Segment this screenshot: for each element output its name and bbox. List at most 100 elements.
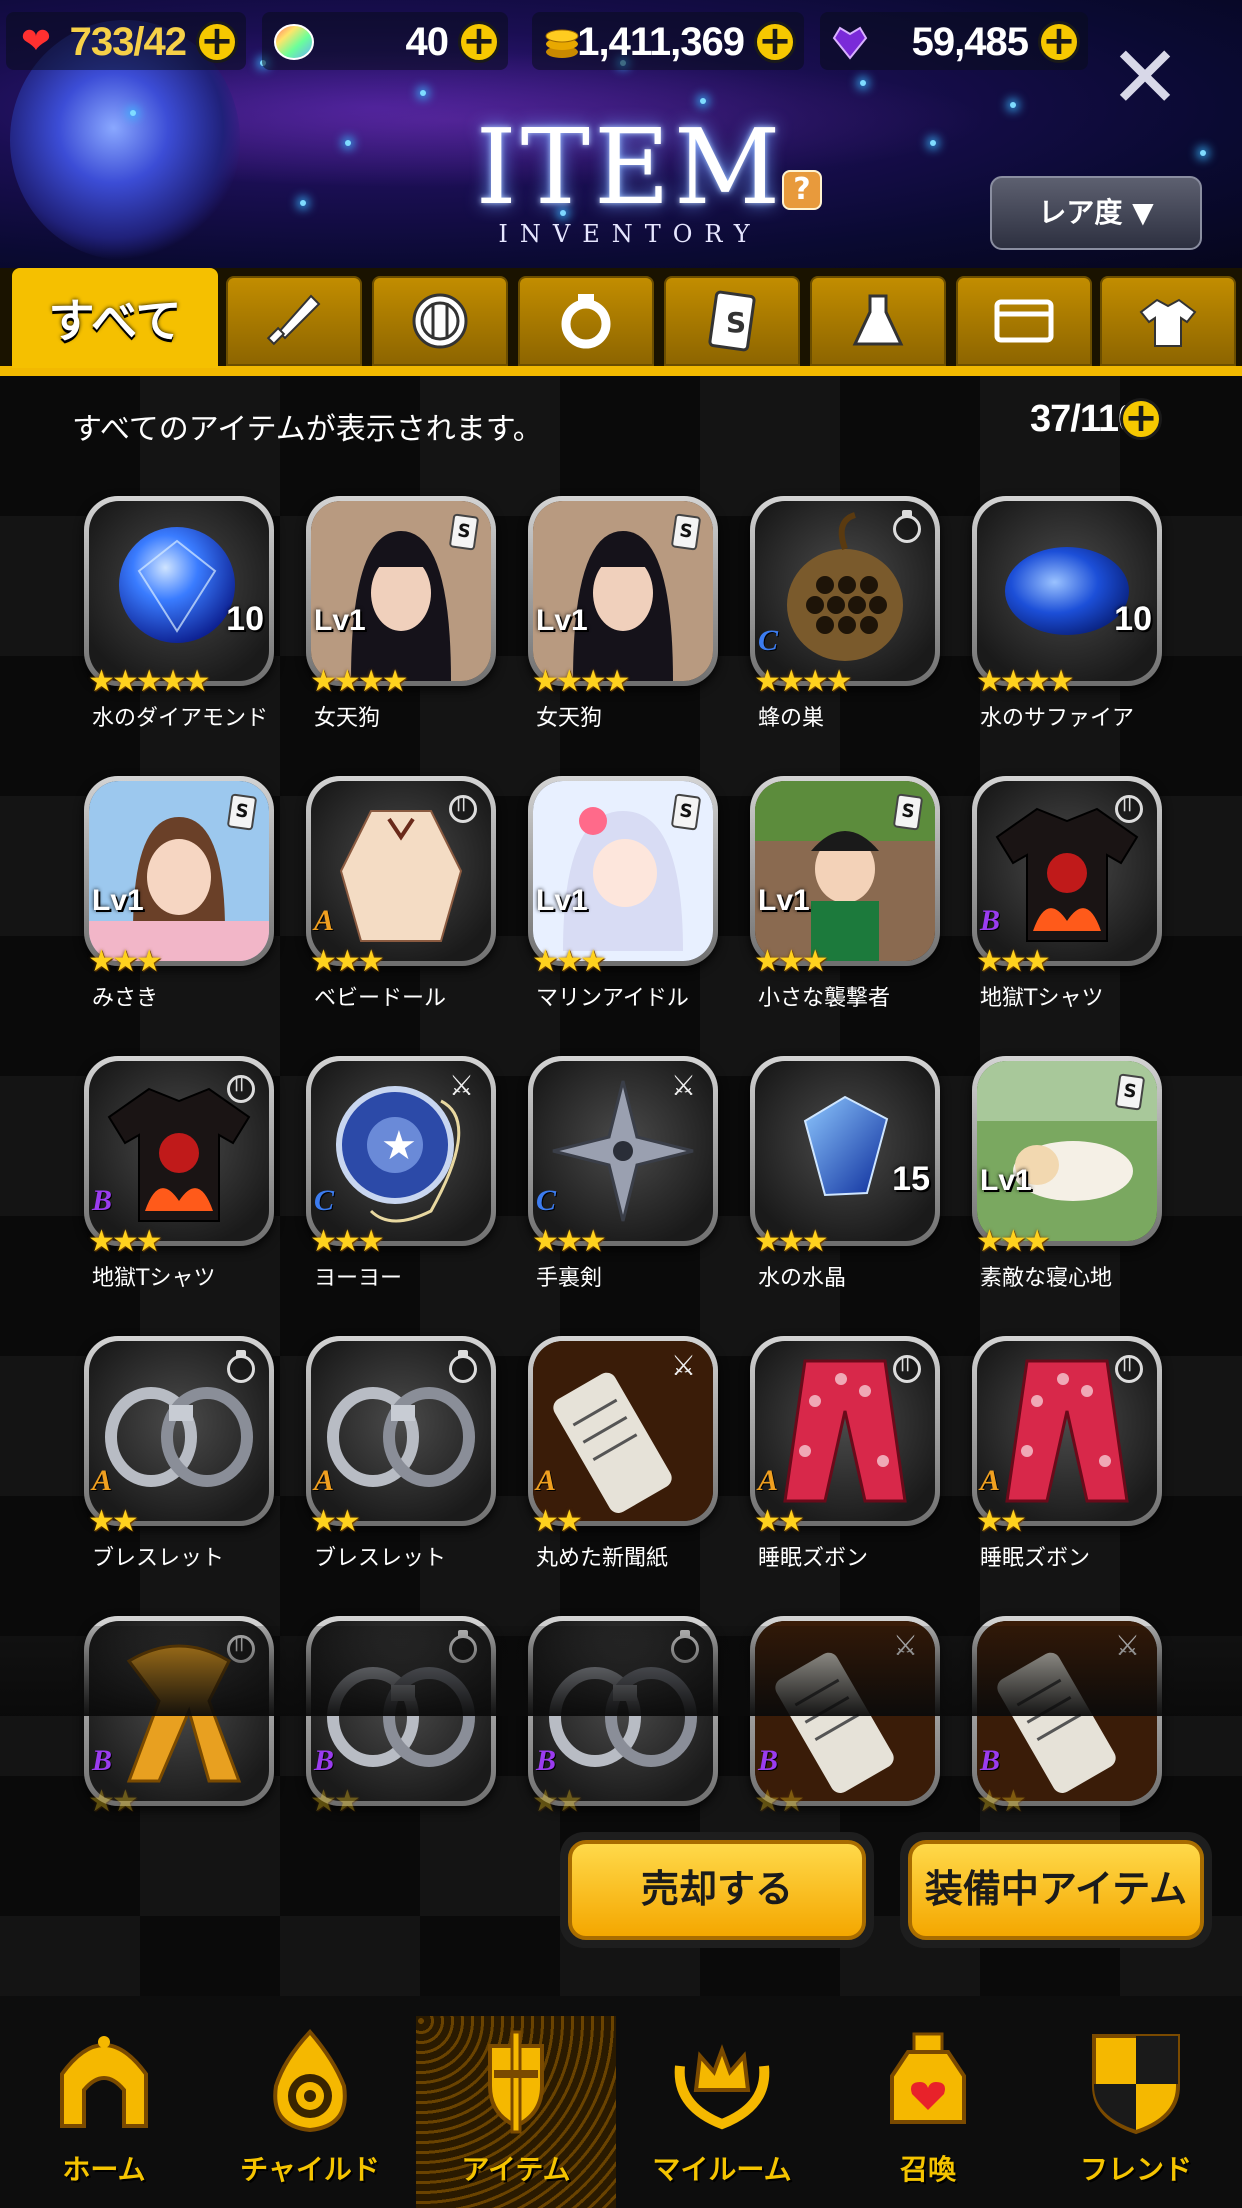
item-rarity-stars: ★★★ bbox=[754, 944, 829, 979]
rainbow-gem-icon bbox=[272, 22, 314, 62]
nav-home[interactable]: ホーム bbox=[4, 2016, 204, 2208]
home-arch-icon bbox=[60, 2036, 148, 2128]
card-type-icon: S bbox=[670, 793, 702, 831]
knife-slot-icon bbox=[671, 1349, 699, 1383]
nav-item[interactable]: アイテム bbox=[416, 2016, 616, 2208]
item-rank: A bbox=[92, 1464, 113, 1497]
add-rainbow-gem-button[interactable]: + bbox=[458, 21, 500, 63]
nav-myroom[interactable]: マイルーム bbox=[622, 2016, 822, 2208]
tab-shield[interactable] bbox=[372, 276, 508, 366]
nav-myroom-label: マイルーム bbox=[652, 2153, 792, 2186]
item-rank: C bbox=[314, 1184, 335, 1217]
inventory-item[interactable]: A ★★ 丸めた新聞紙 bbox=[528, 1336, 718, 1586]
flask-icon bbox=[852, 294, 904, 346]
item-name: 睡眠ズボン bbox=[758, 1546, 869, 1571]
inventory-panel: すべてのアイテムが表示されます。 37/110 + 10 ★★★★★ 水のダイアモン… bbox=[0, 376, 1242, 1996]
card-icon: S bbox=[708, 290, 756, 352]
item-rank: C bbox=[536, 1184, 557, 1217]
tab-wallet[interactable] bbox=[956, 276, 1092, 366]
inventory-item[interactable]: S Lv1 ★★★ 素敵な寝心地 bbox=[972, 1056, 1162, 1306]
wallet-icon bbox=[994, 299, 1054, 343]
add-gold-button[interactable]: + bbox=[754, 21, 796, 63]
inventory-item[interactable]: S Lv1 ★★★★ 女天狗 bbox=[306, 496, 496, 746]
item-rank: B bbox=[980, 1744, 1001, 1777]
item-rarity-stars: ★★ bbox=[754, 1504, 805, 1539]
close-button[interactable]: ✕ bbox=[1105, 35, 1185, 121]
item-level: Lv1 bbox=[92, 884, 144, 917]
svg-text:S: S bbox=[726, 306, 746, 339]
tab-accessory[interactable] bbox=[518, 276, 654, 366]
sell-button[interactable]: 売却する bbox=[560, 1832, 874, 1948]
item-icon-frame: S bbox=[750, 776, 940, 966]
inventory-item[interactable]: 10 ★★★★ 水のサファイア bbox=[972, 496, 1162, 746]
sort-rarity-button[interactable]: レア度 ▼ bbox=[990, 176, 1202, 250]
nav-friend[interactable]: フレンド bbox=[1036, 2016, 1236, 2208]
item-rarity-stars: ★★★ bbox=[88, 1224, 163, 1259]
inventory-item[interactable]: A ★★ 睡眠ズボン bbox=[972, 1336, 1162, 1586]
nav-summon[interactable]: 召喚 bbox=[828, 2016, 1028, 2208]
card-type-icon: S bbox=[448, 513, 480, 551]
resource-bar: ❤ 733/42 + 40 + 1,411,369 + 59,485 + bbox=[0, 12, 1242, 76]
card-type-icon: S bbox=[1114, 1073, 1146, 1111]
heart-gem-counter: 59,485 + bbox=[820, 12, 1088, 70]
item-rank: A bbox=[758, 1464, 779, 1497]
item-rarity-stars: ★★ bbox=[532, 1504, 583, 1539]
inventory-item[interactable]: S Lv1 ★★★ マリンアイドル bbox=[528, 776, 718, 1026]
tab-all[interactable]: すべて bbox=[12, 268, 218, 368]
item-rarity-stars: ★★★★★ bbox=[88, 664, 210, 699]
item-icon-frame bbox=[306, 776, 496, 966]
page-subtitle: INVENTORY bbox=[498, 220, 762, 248]
item-rarity-stars: ★★★ bbox=[976, 944, 1051, 979]
add-heart-gem-button[interactable]: + bbox=[1038, 21, 1080, 63]
item-icon-frame: S bbox=[528, 496, 718, 686]
nav-child-label: チャイルド bbox=[240, 2153, 380, 2186]
tab-costume[interactable] bbox=[1100, 276, 1236, 366]
inventory-item[interactable]: C ★★★ 手裏剣 bbox=[528, 1056, 718, 1306]
shirt-icon bbox=[1139, 298, 1197, 347]
item-icon-frame bbox=[750, 1336, 940, 1526]
inventory-item[interactable]: S Lv1 ★★★ みさき bbox=[84, 776, 274, 1026]
item-name: 丸めた新聞紙 bbox=[536, 1546, 669, 1571]
inventory-item[interactable]: A ★★★ ベビードール bbox=[306, 776, 496, 1026]
add-stamina-button[interactable]: + bbox=[196, 21, 238, 63]
help-button[interactable]: ? bbox=[782, 170, 822, 210]
tab-card[interactable]: S bbox=[664, 276, 800, 366]
equipped-items-button[interactable]: 装備中アイテム bbox=[900, 1832, 1212, 1948]
item-name: ブレスレット bbox=[314, 1546, 447, 1571]
rainbow-gem-value: 40 bbox=[405, 20, 449, 64]
inventory-item[interactable]: A ★★ ブレスレット bbox=[306, 1336, 496, 1586]
tab-weapon[interactable] bbox=[226, 276, 362, 366]
filter-description: すべてのアイテムが表示されます。 bbox=[72, 412, 543, 447]
item-rarity-stars: ★★★★ bbox=[976, 664, 1075, 699]
item-name: 女天狗 bbox=[314, 706, 381, 731]
card-type-icon: S bbox=[892, 793, 924, 831]
item-icon-frame bbox=[750, 496, 940, 686]
inventory-item[interactable]: 10 ★★★★★ 水のダイアモンド bbox=[84, 496, 274, 746]
nav-child[interactable]: チャイルド bbox=[210, 2016, 410, 2208]
expand-capacity-button[interactable]: + bbox=[1120, 398, 1162, 440]
knife-icon bbox=[266, 294, 321, 346]
inventory-item[interactable]: S Lv1 ★★★★ 女天狗 bbox=[528, 496, 718, 746]
inventory-item[interactable]: C ★★★★ 蜂の巣 bbox=[750, 496, 940, 746]
cloth-slot-icon bbox=[1115, 1355, 1143, 1383]
item-rank: C bbox=[758, 624, 779, 657]
inventory-item[interactable]: A ★★ ブレスレット bbox=[84, 1336, 274, 1586]
inventory-item[interactable]: 15 ★★★ 水の水晶 bbox=[750, 1056, 940, 1306]
sell-button-label: 売却する bbox=[568, 1840, 866, 1940]
item-name: 女天狗 bbox=[536, 706, 603, 731]
tab-consumable[interactable] bbox=[810, 276, 946, 366]
inventory-item[interactable]: S Lv1 ★★★ 小さな襲撃者 bbox=[750, 776, 940, 1026]
item-stack-count: 10 bbox=[1114, 600, 1152, 638]
item-name: 水のサファイア bbox=[980, 706, 1135, 731]
item-icon-frame: S bbox=[972, 1056, 1162, 1246]
inventory-item[interactable]: ★ C ★★★ ヨーヨー bbox=[306, 1056, 496, 1306]
inventory-item[interactable]: B ★★★ 地獄Tシャツ bbox=[972, 776, 1162, 1026]
item-rarity-stars: ★★ bbox=[754, 1784, 805, 1819]
item-rank: B bbox=[314, 1744, 335, 1777]
item-rarity-stars: ★★ bbox=[310, 1504, 361, 1539]
inventory-item[interactable]: B ★★★ 地獄Tシャツ bbox=[84, 1056, 274, 1306]
item-icon-frame bbox=[528, 1056, 718, 1246]
cloth-slot-icon bbox=[449, 795, 477, 823]
inventory-item[interactable]: A ★★ 睡眠ズボン bbox=[750, 1336, 940, 1586]
item-name: ブレスレット bbox=[92, 1546, 225, 1571]
